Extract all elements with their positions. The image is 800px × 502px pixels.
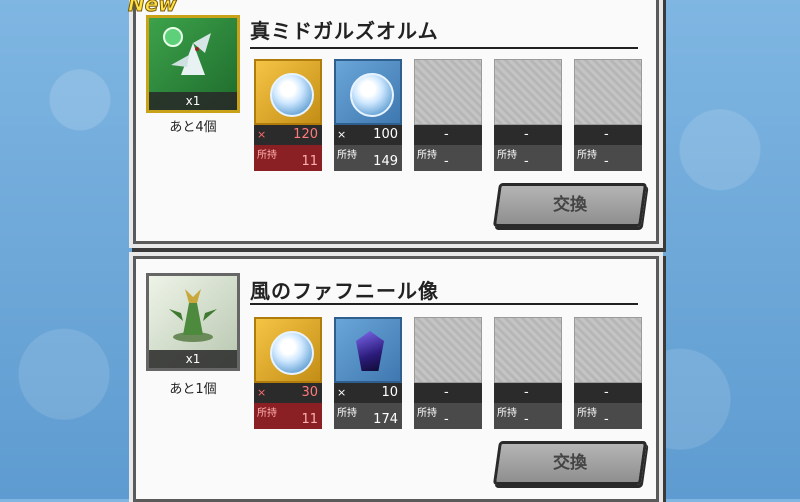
exchange-panel-2: x1 あと1個 風のファフニール像 × 30 所持 11 × 10 所持 174 <box>133 256 659 502</box>
required-amount: × 100 <box>334 125 402 145</box>
required-value: 10 <box>381 385 398 400</box>
material-slot-5: - 所持 - <box>574 317 642 429</box>
required-amount: - <box>574 383 642 403</box>
dragon-orb-icon <box>270 331 314 375</box>
owned-label: 所持 <box>257 408 277 419</box>
owned-label: 所持 <box>257 150 277 161</box>
material-slots: × 120 所持 11 × 100 所持 149 - 所持 - - 所持 - -… <box>254 59 644 173</box>
exchange-button[interactable]: 交換 <box>492 183 648 227</box>
material-image <box>254 59 322 125</box>
exchange-button-label: 交換 <box>553 453 587 473</box>
owned-amount: 所持 - <box>494 403 562 429</box>
material-image <box>254 317 322 383</box>
title-divider <box>250 303 638 305</box>
required-amount: - <box>494 125 562 145</box>
empty-slot-image <box>494 317 562 383</box>
reward-item-card[interactable]: x1 <box>146 273 240 371</box>
required-prefix: × <box>257 128 267 141</box>
owned-value: - <box>604 412 609 427</box>
dragon-orb-icon <box>350 73 394 117</box>
owned-label: 所持 <box>417 408 437 419</box>
owned-label: 所持 <box>337 150 357 161</box>
material-slot-1[interactable]: × 120 所持 11 <box>254 59 322 171</box>
new-badge: New <box>128 0 178 17</box>
remaining-count: あと4個 <box>169 120 217 135</box>
owned-value: 149 <box>373 154 398 169</box>
owned-value: 11 <box>301 154 318 169</box>
owned-amount: 所持 - <box>414 145 482 171</box>
required-value: 30 <box>301 385 318 400</box>
material-slot-3: - 所持 - <box>414 317 482 429</box>
empty-slot-image <box>494 59 562 125</box>
required-value: 120 <box>293 127 318 142</box>
statue-figure-icon <box>159 282 227 344</box>
empty-slot-image <box>574 317 642 383</box>
required-prefix: × <box>257 386 267 399</box>
owned-amount: 所持 174 <box>334 403 402 429</box>
owned-amount: 所持 - <box>574 403 642 429</box>
required-value: - <box>524 385 529 400</box>
exchange-button-label: 交換 <box>553 195 587 215</box>
owned-amount: 所持 11 <box>254 145 322 171</box>
title-divider <box>250 47 638 49</box>
crystal-gem-icon <box>356 331 384 371</box>
material-slot-4: - 所持 - <box>494 59 562 171</box>
empty-slot-image <box>414 317 482 383</box>
material-image <box>334 59 402 125</box>
owned-amount: 所持 149 <box>334 145 402 171</box>
owned-label: 所持 <box>497 408 517 419</box>
required-amount: - <box>414 383 482 403</box>
required-value: - <box>604 385 609 400</box>
required-amount: × 120 <box>254 125 322 145</box>
owned-label: 所持 <box>577 150 597 161</box>
owned-label: 所持 <box>417 150 437 161</box>
material-slot-3: - 所持 - <box>414 59 482 171</box>
material-slots: × 30 所持 11 × 10 所持 174 - 所持 - - 所持 - - 所… <box>254 317 644 431</box>
material-slot-4: - 所持 - <box>494 317 562 429</box>
owned-value: - <box>524 412 529 427</box>
material-slot-1[interactable]: × 30 所持 11 <box>254 317 322 429</box>
required-amount: - <box>574 125 642 145</box>
owned-value: 174 <box>373 412 398 427</box>
owned-value: - <box>604 154 609 169</box>
required-amount: - <box>494 383 562 403</box>
remaining-count: あと1個 <box>169 382 217 397</box>
owned-value: 11 <box>301 412 318 427</box>
reward-quantity: x1 <box>149 92 237 110</box>
dragon-orb-icon <box>270 73 314 117</box>
required-amount: × 10 <box>334 383 402 403</box>
required-value: - <box>604 127 609 142</box>
owned-value: - <box>524 154 529 169</box>
material-slot-5: - 所持 - <box>574 59 642 171</box>
owned-label: 所持 <box>497 150 517 161</box>
owned-amount: 所持 11 <box>254 403 322 429</box>
reward-item-card[interactable]: x1 <box>146 15 240 113</box>
owned-amount: 所持 - <box>414 403 482 429</box>
required-value: 100 <box>373 127 398 142</box>
exchange-button[interactable]: 交換 <box>492 441 648 485</box>
required-prefix: × <box>337 128 347 141</box>
owned-label: 所持 <box>577 408 597 419</box>
required-prefix: × <box>337 386 347 399</box>
owned-label: 所持 <box>337 408 357 419</box>
owned-value: - <box>444 412 449 427</box>
reward-title: 風のファフニール像 <box>250 279 439 303</box>
material-slot-2[interactable]: × 100 所持 149 <box>334 59 402 171</box>
dragon-figure-icon <box>159 24 227 86</box>
exchange-panel-1: x1 あと4個 真ミドガルズオルム × 120 所持 11 × 100 所持 1… <box>133 0 659 244</box>
required-value: - <box>524 127 529 142</box>
reward-title: 真ミドガルズオルム <box>250 19 439 43</box>
empty-slot-image <box>414 59 482 125</box>
required-amount: - <box>414 125 482 145</box>
empty-slot-image <box>574 59 642 125</box>
required-value: - <box>444 385 449 400</box>
material-slot-2[interactable]: × 10 所持 174 <box>334 317 402 429</box>
required-amount: × 30 <box>254 383 322 403</box>
required-value: - <box>444 127 449 142</box>
owned-amount: 所持 - <box>574 145 642 171</box>
material-image <box>334 317 402 383</box>
owned-value: - <box>444 154 449 169</box>
reward-quantity: x1 <box>149 350 237 368</box>
owned-amount: 所持 - <box>494 145 562 171</box>
